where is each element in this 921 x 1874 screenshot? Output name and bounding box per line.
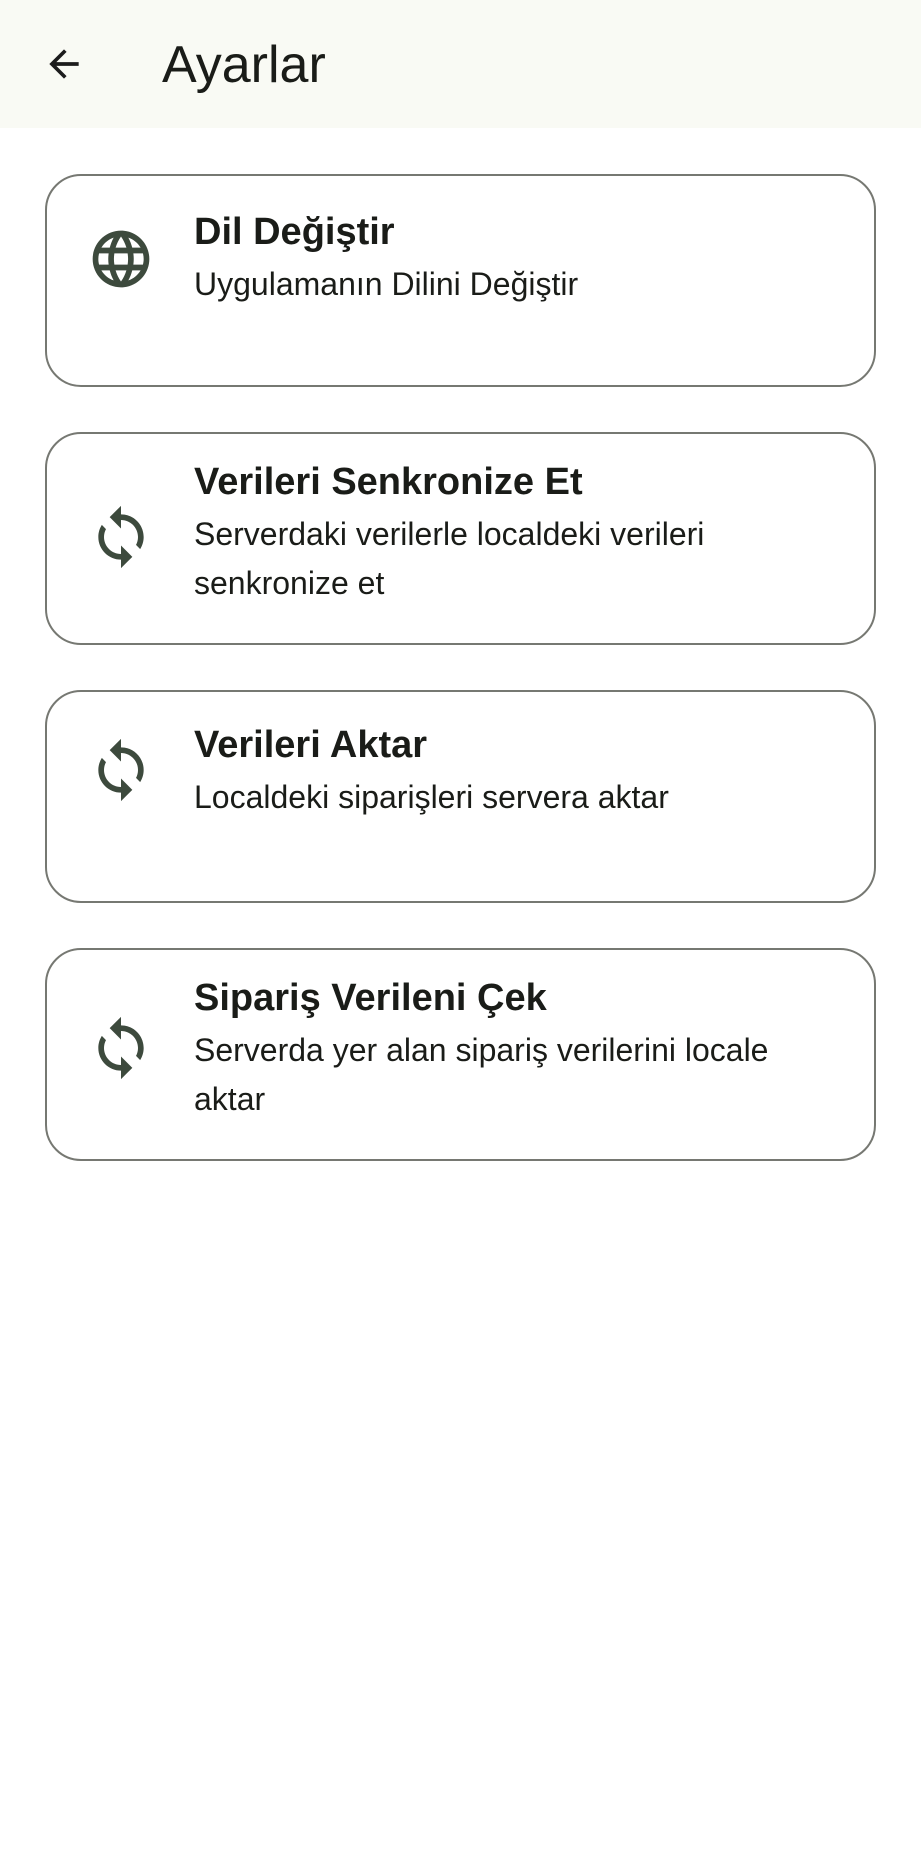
settings-item-change-language[interactable]: Dil Değiştir Uygulamanın Dilini Değiştir: [45, 174, 876, 387]
settings-item-subtitle: Uygulamanın Dilini Değiştir: [194, 266, 579, 302]
back-button[interactable]: [22, 22, 106, 106]
settings-item-transfer-data[interactable]: Verileri Aktar Localdeki siparişleri ser…: [45, 690, 876, 903]
settings-item-sync-data[interactable]: Verileri Senkronize Et Serverdaki verile…: [45, 432, 876, 645]
settings-item-subtitle: Serverda yer alan sipariş verilerini loc…: [194, 1032, 769, 1117]
settings-item-fetch-orders[interactable]: Sipariş Verileni Çek Serverda yer alan s…: [45, 948, 876, 1161]
arrow-back-icon: [49, 49, 79, 79]
sync-icon: [87, 736, 155, 804]
settings-item-title: Verileri Senkronize Et: [194, 461, 583, 503]
settings-item-subtitle: Serverdaki verilerle localdeki verileri …: [194, 516, 705, 601]
settings-item-subtitle: Localdeki siparişleri servera aktar: [194, 779, 669, 815]
globe-icon: [87, 225, 155, 293]
settings-item-title: Dil Değiştir: [194, 211, 395, 253]
page-title: Ayarlar: [162, 36, 326, 94]
app-bar: Ayarlar: [0, 0, 921, 128]
sync-icon: [87, 1014, 155, 1082]
sync-icon: [87, 503, 155, 571]
settings-item-title: Sipariş Verileni Çek: [194, 977, 547, 1019]
settings-item-title: Verileri Aktar: [194, 724, 428, 766]
